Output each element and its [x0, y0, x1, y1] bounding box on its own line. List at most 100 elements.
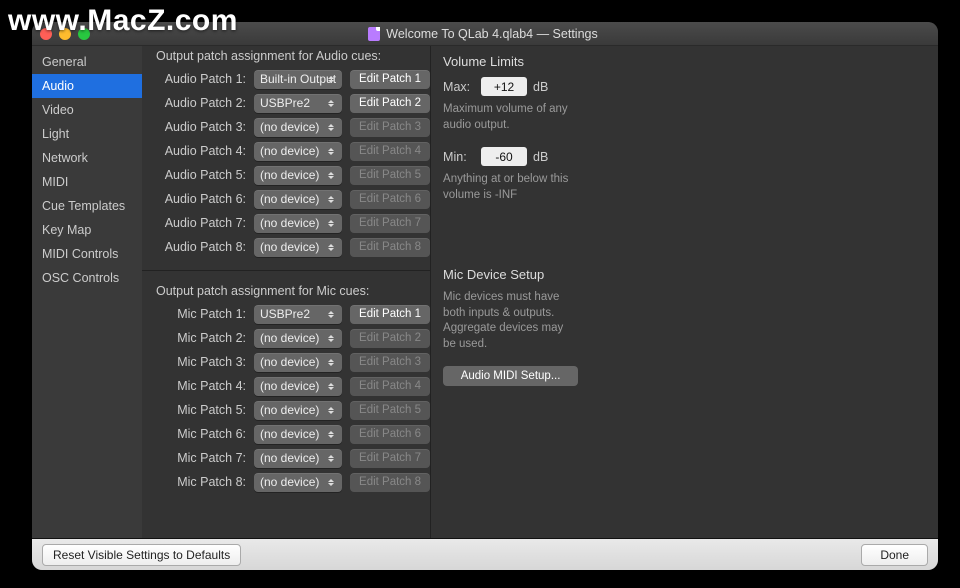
audio-patch-device-dropdown[interactable]: (no device) [254, 214, 342, 233]
updown-icon [324, 96, 338, 111]
mic-patch-label: Mic Patch 2: [156, 331, 246, 345]
window-title-text: Welcome To QLab 4.qlab4 — Settings [386, 27, 597, 41]
audio-patch-edit-button[interactable]: Edit Patch 2 [350, 94, 430, 113]
document-icon [368, 27, 380, 41]
sidebar-item-midi-controls[interactable]: MIDI Controls [32, 242, 142, 266]
audio-patch-edit-button[interactable]: Edit Patch 1 [350, 70, 430, 89]
audio-patch-device-dropdown[interactable]: Built-in Output [254, 70, 342, 89]
divider [142, 270, 430, 271]
mic-patch-device-value: (no device) [260, 451, 319, 465]
updown-icon [324, 451, 338, 466]
sidebar-item-cue-templates[interactable]: Cue Templates [32, 194, 142, 218]
watermark-text: www.MacZ.com [8, 4, 238, 38]
mic-patch-edit-button: Edit Patch 2 [350, 329, 430, 348]
mic-patch-device-dropdown[interactable]: (no device) [254, 449, 342, 468]
reset-defaults-button[interactable]: Reset Visible Settings to Defaults [42, 544, 241, 566]
updown-icon [324, 192, 338, 207]
sidebar: General Audio Video Light Network MIDI C… [32, 46, 142, 538]
audio-patch-device-value: (no device) [260, 144, 319, 158]
sidebar-item-network[interactable]: Network [32, 146, 142, 170]
max-label: Max: [443, 80, 475, 94]
audio-patch-device-dropdown[interactable]: (no device) [254, 238, 342, 257]
mic-patch-label: Mic Patch 1: [156, 307, 246, 321]
audio-patch-label: Audio Patch 4: [156, 144, 246, 158]
updown-icon [324, 379, 338, 394]
min-input[interactable]: -60 [481, 147, 527, 166]
updown-icon [324, 331, 338, 346]
sidebar-item-general[interactable]: General [32, 50, 142, 74]
audio-patch-row: Audio Patch 7:(no device)Edit Patch 7 [156, 212, 430, 234]
mic-device-help: Mic devices must have both inputs & outp… [443, 290, 578, 352]
audio-patch-edit-button: Edit Patch 6 [350, 190, 430, 209]
updown-icon [324, 307, 338, 322]
audio-patch-edit-button: Edit Patch 5 [350, 166, 430, 185]
mic-patch-label: Mic Patch 4: [156, 379, 246, 393]
mic-patch-row: Mic Patch 3:(no device)Edit Patch 3 [156, 351, 430, 373]
audio-patch-device-dropdown[interactable]: (no device) [254, 166, 342, 185]
audio-patch-device-dropdown[interactable]: (no device) [254, 118, 342, 137]
mic-patch-row: Mic Patch 1: USBPre2 Edit Patch 1 [156, 303, 430, 325]
mic-patch-device-value: (no device) [260, 355, 319, 369]
updown-icon [324, 403, 338, 418]
mic-patch-row: Mic Patch 6: (no device) Edit Patch 6 [156, 423, 430, 445]
audio-patch-device-value: (no device) [260, 168, 319, 182]
audio-patch-row: Audio Patch 8: (no device) Edit Patch 8 [156, 236, 430, 258]
min-help: Anything at or below this volume is -INF [443, 172, 578, 203]
sidebar-item-key-map[interactable]: Key Map [32, 218, 142, 242]
updown-icon [324, 72, 338, 87]
mic-patch-device-dropdown[interactable]: (no device) [254, 473, 342, 492]
audio-patch-label: Audio Patch 8: [156, 240, 246, 254]
updown-icon [324, 355, 338, 370]
done-button[interactable]: Done [861, 544, 928, 566]
sidebar-item-video[interactable]: Video [32, 98, 142, 122]
audio-section-title: Output patch assignment for Audio cues: [142, 46, 430, 68]
mic-patch-row: Mic Patch 4: (no device) Edit Patch 4 [156, 375, 430, 397]
mic-patch-label: Mic Patch 6: [156, 427, 246, 441]
audio-patch-label: Audio Patch 6: [156, 192, 246, 206]
mic-patch-edit-button: Edit Patch 3 [350, 353, 430, 372]
mic-patch-edit-button: Edit Patch 5 [350, 401, 430, 420]
mic-device-setup-title: Mic Device Setup [443, 267, 578, 282]
mic-patch-device-dropdown[interactable]: USBPre2 [254, 305, 342, 324]
mic-patch-device-dropdown[interactable]: (no device) [254, 353, 342, 372]
updown-icon [324, 168, 338, 183]
sidebar-item-audio[interactable]: Audio [32, 74, 142, 98]
mic-patch-device-dropdown[interactable]: (no device) [254, 329, 342, 348]
mic-patch-device-dropdown[interactable]: (no device) [254, 425, 342, 444]
updown-icon [324, 144, 338, 159]
sidebar-item-midi[interactable]: MIDI [32, 170, 142, 194]
audio-patch-row: Audio Patch 5:(no device)Edit Patch 5 [156, 164, 430, 186]
audio-patch-edit-button: Edit Patch 8 [350, 238, 430, 257]
audio-patch-row: Audio Patch 4:(no device)Edit Patch 4 [156, 140, 430, 162]
audio-patch-device-value: USBPre2 [260, 96, 310, 110]
mic-patch-edit-button[interactable]: Edit Patch 1 [350, 305, 430, 324]
mic-patch-edit-button: Edit Patch 6 [350, 425, 430, 444]
max-help: Maximum volume of any audio output. [443, 102, 578, 133]
mic-patch-device-value: (no device) [260, 331, 319, 345]
sidebar-item-light[interactable]: Light [32, 122, 142, 146]
mic-patch-label: Mic Patch 8: [156, 475, 246, 489]
mic-patch-edit-button: Edit Patch 7 [350, 449, 430, 468]
updown-icon [324, 240, 338, 255]
audio-patch-edit-button: Edit Patch 3 [350, 118, 430, 137]
mic-patch-device-value: USBPre2 [260, 307, 310, 321]
max-unit: dB [533, 80, 548, 94]
audio-patch-device-dropdown[interactable]: (no device) [254, 142, 342, 161]
volume-limits-title: Volume Limits [443, 54, 578, 69]
max-input[interactable]: +12 [481, 77, 527, 96]
mic-patch-device-dropdown[interactable]: (no device) [254, 377, 342, 396]
audio-patch-device-value: (no device) [260, 240, 319, 254]
audio-patch-device-dropdown[interactable]: USBPre2 [254, 94, 342, 113]
settings-window: Welcome To QLab 4.qlab4 — Settings Gener… [32, 22, 938, 570]
audio-patch-edit-button: Edit Patch 7 [350, 214, 430, 233]
min-label: Min: [443, 150, 475, 164]
audio-patch-device-value: (no device) [260, 192, 319, 206]
mic-patch-device-dropdown[interactable]: (no device) [254, 401, 342, 420]
audio-patch-row: Audio Patch 6: (no device) Edit Patch 6 [156, 188, 430, 210]
sidebar-item-osc-controls[interactable]: OSC Controls [32, 266, 142, 290]
mic-patch-rows: Mic Patch 1:USBPre2Edit Patch 1Mic Patch… [142, 303, 430, 495]
audio-patch-device-dropdown[interactable]: (no device) [254, 190, 342, 209]
updown-icon [324, 427, 338, 442]
mic-patch-edit-button: Edit Patch 4 [350, 377, 430, 396]
audio-midi-setup-button[interactable]: Audio MIDI Setup... [443, 366, 578, 386]
